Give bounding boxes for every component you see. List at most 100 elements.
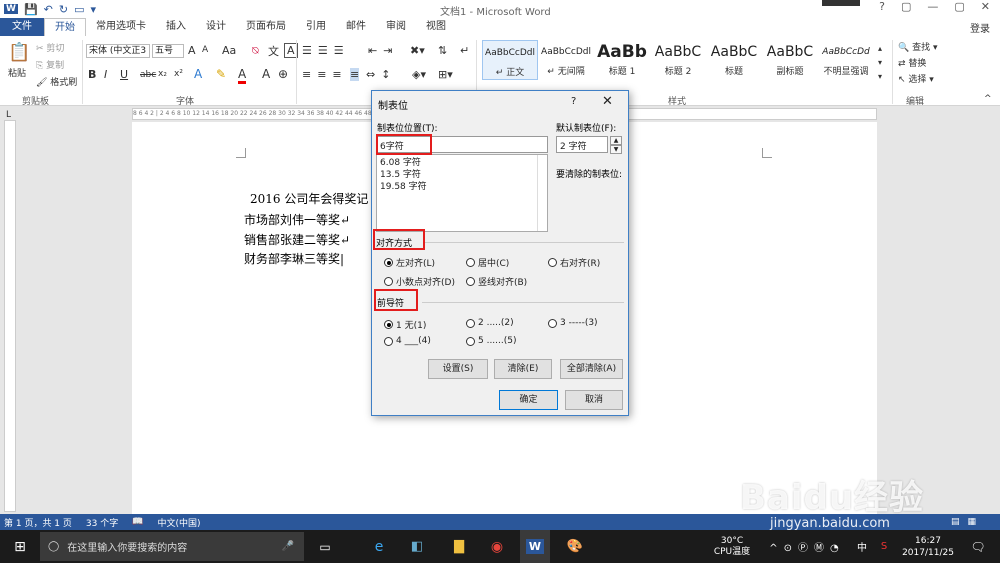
chrome-icon[interactable]: ◉	[484, 530, 510, 563]
tab-file[interactable]: 文件	[0, 18, 44, 36]
font-size-select[interactable]: 五号	[152, 44, 184, 58]
print-preview-icon[interactable]: ▭	[74, 3, 84, 16]
help-button[interactable]: ?	[879, 0, 885, 13]
cut-button[interactable]: ✂ 剪切	[36, 41, 64, 54]
sort-icon[interactable]: ⇅	[438, 44, 447, 57]
char-shading-icon[interactable]: A	[262, 67, 270, 81]
format-painter-button[interactable]: 🖌 格式刷	[36, 75, 77, 88]
windows-start-icon[interactable]: ⊞	[8, 530, 32, 563]
style-title[interactable]: AaBbC 标题	[706, 40, 762, 80]
maximize-button[interactable]: ▢	[954, 0, 964, 13]
word-taskbar-icon[interactable]: W	[520, 530, 550, 563]
clock[interactable]: 16:27 2017/11/25	[898, 530, 958, 563]
spin-up-icon[interactable]: ▲	[610, 136, 622, 145]
replace-button[interactable]: ⇄ 替换	[898, 56, 926, 69]
sogou-ime-icon[interactable]: S	[876, 530, 892, 563]
leader-middle-dots-radio[interactable]: 5 ......(5)	[466, 336, 517, 346]
tab-layout[interactable]: 页面布局	[236, 18, 296, 36]
list-item[interactable]: 13.5 字符	[380, 169, 544, 181]
tab-selector-icon[interactable]: L	[6, 110, 11, 120]
shading-icon[interactable]: ◈▾	[412, 68, 426, 81]
clear-all-button[interactable]: 全部清除(A)	[560, 359, 623, 379]
cpu-temp-widget[interactable]: 30°C CPU温度	[712, 530, 752, 563]
clear-format-icon[interactable]: ⍉	[252, 44, 259, 58]
proofing-icon[interactable]: 📖	[132, 517, 143, 527]
style-subtitle[interactable]: AaBbC 副标题	[762, 40, 818, 80]
task-view-icon[interactable]: ▭	[312, 530, 338, 563]
microphone-icon[interactable]: 🎤	[282, 541, 294, 552]
indent-buttons-icon[interactable]: ⇤⇥	[368, 44, 398, 57]
align-decimal-radio[interactable]: 小数点对齐(D)	[384, 275, 455, 288]
cancel-button[interactable]: 取消	[565, 390, 623, 410]
align-left-radio[interactable]: 左对齐(L)	[384, 256, 435, 269]
tab-insert[interactable]: 插入	[156, 18, 196, 36]
align-bar-radio[interactable]: 竖线对齐(B)	[466, 275, 527, 288]
taskbar-search-box[interactable]: ◯ 在这里输入你要搜索的内容 🎤	[40, 532, 304, 561]
vertical-ruler[interactable]	[4, 120, 16, 512]
leader-dots-radio[interactable]: 2 .....(2)	[466, 318, 514, 328]
leader-dashes-radio[interactable]: 3 -----(3)	[548, 318, 598, 328]
paste-button[interactable]: 粘贴	[8, 66, 26, 79]
style-heading-2[interactable]: AaBbC 标题 2	[650, 40, 706, 80]
phonetic-guide-icon[interactable]: 文	[268, 43, 279, 59]
grow-font-button[interactable]: A	[188, 44, 196, 57]
default-tab-stops-input[interactable]: 2 字符	[556, 136, 608, 153]
highlight-icon[interactable]: ✎	[216, 67, 226, 81]
show-marks-icon[interactable]: ↵	[460, 44, 469, 57]
tab-stop-list[interactable]: 6.08 字符 13.5 字符 19.58 字符	[376, 154, 548, 232]
tab-references[interactable]: 引用	[296, 18, 336, 36]
leader-none-radio[interactable]: 1 无(1)	[384, 318, 426, 331]
customize-qat-icon[interactable]: ▾	[90, 3, 96, 16]
undo-icon[interactable]: ↶	[44, 3, 53, 16]
chinese-layout-icon[interactable]: ✖▾	[410, 44, 425, 57]
notification-center-icon[interactable]: 🗨	[966, 530, 990, 563]
find-button[interactable]: 🔍 查找 ▾	[898, 40, 937, 53]
edge-browser-icon[interactable]: e	[366, 530, 392, 563]
login-link[interactable]: 登录	[970, 20, 990, 35]
paste-icon[interactable]: 📋	[8, 42, 30, 63]
clear-button[interactable]: 清除(E)	[494, 359, 552, 379]
list-item[interactable]: 19.58 字符	[380, 181, 544, 193]
bold-button[interactable]: B	[88, 68, 96, 81]
language-indicator[interactable]: 中文(中国)	[157, 516, 200, 529]
dialog-close-button[interactable]: ✕	[602, 94, 613, 109]
system-tray-icons[interactable]: ^⊙ⓅⓂ◔	[762, 530, 852, 563]
distributed-align-icon[interactable]: ⇔↕	[366, 68, 396, 81]
redo-icon[interactable]: ↻	[59, 3, 68, 16]
font-color-icon[interactable]: A	[238, 67, 247, 84]
ok-button[interactable]: 确定	[499, 390, 558, 410]
change-case-button[interactable]: Aa	[222, 44, 236, 57]
align-right-radio[interactable]: 右对齐(R)	[548, 256, 600, 269]
shrink-font-button[interactable]: A	[202, 45, 208, 55]
view-buttons-icon[interactable]: ▤▦	[951, 517, 984, 527]
font-name-select[interactable]: 宋体 (中文正3	[86, 44, 150, 58]
file-explorer-icon[interactable]: ▇	[446, 530, 472, 563]
minimize-button[interactable]: —	[927, 0, 938, 13]
list-scrollbar[interactable]	[537, 155, 547, 231]
list-item[interactable]: 6.08 字符	[380, 157, 544, 169]
italic-button[interactable]: I	[104, 68, 107, 81]
tab-design[interactable]: 设计	[196, 18, 236, 36]
dialog-help-button[interactable]: ?	[571, 96, 576, 107]
leader-underline-radio[interactable]: 4 ___(4)	[384, 336, 431, 346]
style-heading-1[interactable]: AaBb 标题 1	[594, 40, 650, 80]
style-no-spacing[interactable]: AaBbCcDdl ↵ 无间隔	[538, 40, 594, 80]
tab-mailings[interactable]: 邮件	[336, 18, 376, 36]
align-center-radio[interactable]: 居中(C)	[466, 256, 509, 269]
collapse-ribbon-icon[interactable]: ^	[984, 94, 992, 104]
set-button[interactable]: 设置(S)	[428, 359, 488, 379]
close-window-button[interactable]: ✕	[981, 0, 990, 13]
paint-icon[interactable]: 🎨	[562, 530, 588, 563]
style-normal[interactable]: AaBbCcDdl ↵ 正文	[482, 40, 538, 80]
ime-indicator[interactable]: 中	[854, 530, 870, 563]
word-count[interactable]: 33 个字	[86, 516, 118, 529]
alignment-buttons-icon[interactable]: ≡≡≡	[302, 68, 348, 81]
ribbon-display-button[interactable]: ▢	[901, 0, 911, 13]
enclose-char-icon[interactable]: ⊕	[278, 67, 288, 81]
tab-common[interactable]: 常用选项卡	[86, 18, 156, 36]
superscript-button[interactable]: x²	[174, 69, 183, 79]
select-button[interactable]: ↖ 选择 ▾	[898, 72, 934, 85]
page-count[interactable]: 第 1 页，共 1 页	[4, 516, 72, 529]
text-effects-icon[interactable]: A	[194, 67, 202, 81]
subscript-button[interactable]: x₂	[158, 69, 167, 79]
